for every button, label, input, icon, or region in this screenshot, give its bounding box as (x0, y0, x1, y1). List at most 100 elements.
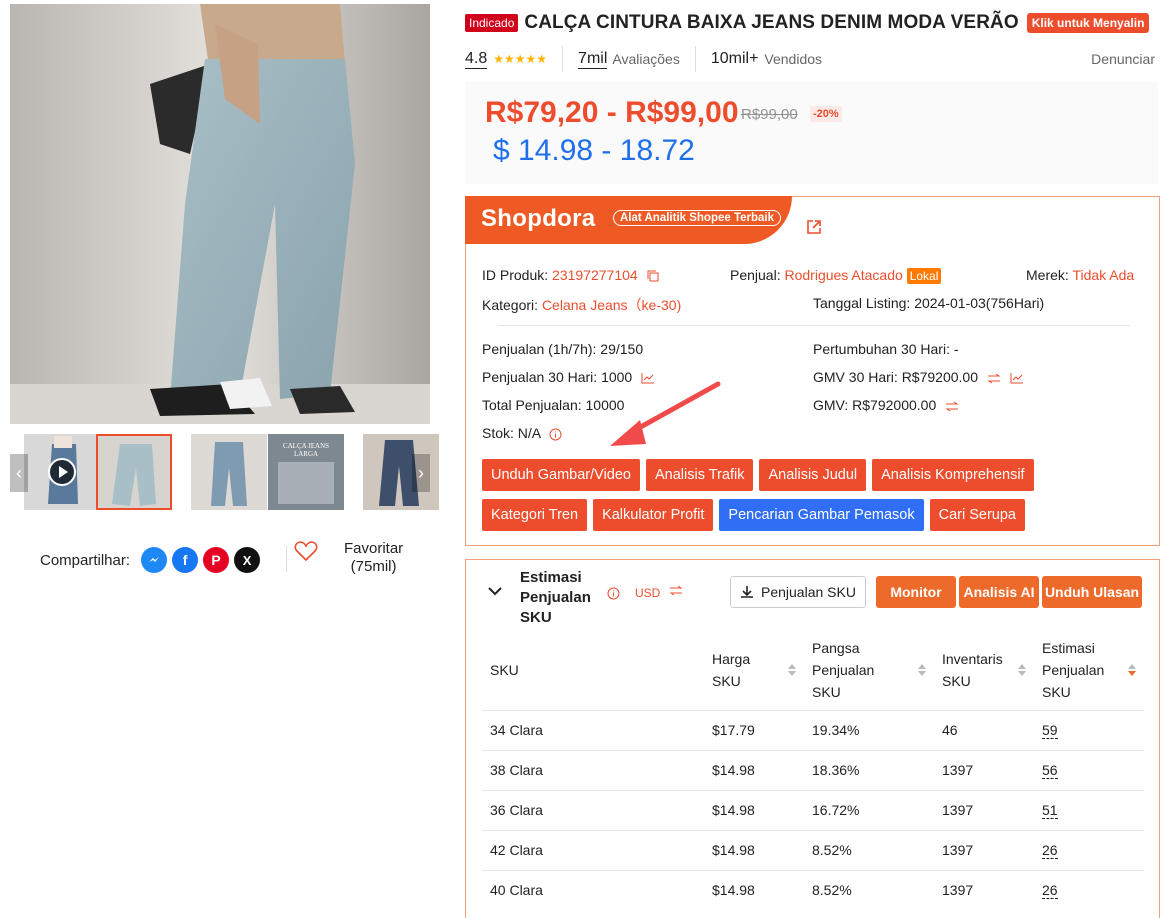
thumbnail-4[interactable]: CALÇA JEANS LARGA (268, 434, 344, 510)
estimate-cell[interactable]: 26 (1034, 829, 1144, 870)
brand-row: Merek: Tidak Ada (1026, 267, 1134, 283)
thumbnail-text: CALÇA JEANS LARGA (282, 442, 330, 458)
reviews-label: Avaliações (612, 51, 680, 67)
inventory-cell: 1397 (934, 789, 1034, 830)
sort-icon[interactable] (788, 663, 796, 676)
original-price: R$99,00 (741, 106, 798, 123)
facebook-icon[interactable]: f (172, 547, 199, 573)
column-header-estimate[interactable]: Estimasi Penjualan SKU (1034, 630, 1144, 710)
stock-row: Stok: N/A (482, 425, 562, 441)
inventory-cell: 1397 (934, 749, 1034, 790)
estimate-cell[interactable]: 51 (1034, 789, 1144, 830)
indicado-badge: Indicado (465, 14, 519, 32)
download-icon (741, 586, 753, 598)
comprehensive-analysis-button[interactable]: Analisis Komprehensif (872, 459, 1034, 491)
copy-icon[interactable] (647, 270, 659, 282)
thumbnail-3[interactable] (191, 434, 267, 510)
estimate-cell[interactable]: 56 (1034, 749, 1144, 790)
shopdora-header: Shopdora Alat Analitik Shopee Terbaik (465, 196, 792, 244)
listing-value: 2024-01-03(756Hari) (914, 295, 1045, 311)
tool-buttons-row-2: Kategori Tren Kalkulator Profit Pencaria… (482, 499, 1031, 531)
estimate-cell[interactable]: 59 (1034, 709, 1144, 750)
category-row: Kategori: Celana Jeans（ke-30) (482, 295, 681, 315)
chart-icon[interactable] (1010, 372, 1023, 384)
thumbnail-strip: CALÇA JEANS LARGA ‹ › (10, 434, 439, 510)
sort-icon[interactable] (918, 663, 926, 676)
product-id-value[interactable]: 23197277104 (552, 267, 638, 283)
info-icon[interactable] (549, 428, 562, 441)
report-link[interactable]: Denunciar (1091, 51, 1155, 67)
thumbnail-video[interactable] (24, 434, 100, 510)
table-row: 36 Clara $14.98 16.72% 1397 51 (482, 789, 1144, 830)
estimate-cell[interactable]: 26 (1034, 869, 1144, 910)
supplier-image-search-button[interactable]: Pencarian Gambar Pemasok (719, 499, 924, 531)
sort-icon[interactable] (1128, 663, 1136, 676)
share-row: Compartilhar: f P X (40, 540, 261, 580)
collapse-chevron-icon[interactable] (488, 586, 502, 596)
rating-value[interactable]: 4.8 (465, 50, 488, 69)
share-divider (286, 546, 287, 572)
sku-sales-label: Penjualan SKU (761, 584, 856, 600)
messenger-icon[interactable] (141, 547, 168, 573)
share-cell: 16.72% (804, 789, 934, 830)
x-icon[interactable]: X (234, 547, 261, 573)
sold-label: Vendidos (764, 51, 823, 67)
divider (498, 325, 1130, 326)
price-box: R$79,20 - R$99,00 R$99,00 -20% $ 14.98 -… (465, 82, 1158, 184)
column-header-inventory[interactable]: Inventaris SKU (934, 630, 1034, 710)
profit-calculator-button[interactable]: Kalkulator Profit (593, 499, 714, 531)
share-label: Compartilhar: (40, 551, 131, 569)
copy-title-button[interactable]: Klik untuk Menyalin (1026, 13, 1150, 33)
pinterest-icon[interactable]: P (203, 547, 230, 573)
info-icon[interactable] (607, 587, 620, 600)
price-cell: $14.98 (704, 749, 804, 790)
table-header-row: SKU Harga SKU Pangsa Penjualan SKU Inven… (482, 630, 1144, 710)
seller-label: Penjual: (730, 267, 781, 283)
category-value[interactable]: Celana Jeans（ke-30) (542, 297, 681, 313)
rating-row: 4.8 ★★★★★ 7mil Avaliações 10mil+ Vendido… (465, 44, 1155, 74)
brand-value[interactable]: Tidak Ada (1072, 267, 1134, 283)
shopdora-tagline: Alat Analitik Shopee Terbaik (613, 210, 782, 226)
discount-badge: -20% (810, 106, 842, 122)
divider (562, 46, 564, 72)
star-rating-icon: ★★★★★ (493, 52, 548, 66)
currency-switch-icon[interactable] (669, 585, 683, 596)
inventory-cell: 1397 (934, 829, 1034, 870)
play-icon[interactable] (48, 458, 76, 486)
thumb-next-button[interactable]: › (412, 454, 430, 492)
reviews-count[interactable]: 7mil (578, 50, 608, 69)
thumbnail-2[interactable] (96, 434, 172, 510)
traffic-analysis-button[interactable]: Analisis Trafik (646, 459, 754, 491)
favorite-label: Favoritar (344, 540, 404, 557)
title-analysis-button[interactable]: Analisis Judul (759, 459, 867, 491)
download-reviews-button[interactable]: Unduh Ulasan (1042, 576, 1142, 608)
share-cell: 19.34% (804, 709, 934, 750)
price-range: R$79,20 - R$99,00 (485, 96, 739, 129)
sku-sales-button[interactable]: Penjualan SKU (730, 576, 866, 608)
column-header-share[interactable]: Pangsa Penjualan SKU (804, 630, 934, 710)
sku-cell: 42 Clara (482, 829, 704, 870)
thumb-prev-button[interactable]: ‹ (10, 454, 28, 492)
currency-switch-icon[interactable] (945, 401, 959, 412)
category-label: Kategori: (482, 297, 539, 313)
currency-switch-icon[interactable] (987, 373, 1001, 384)
main-product-image[interactable] (10, 4, 430, 424)
shopdora-logo: Shopdora (481, 205, 596, 232)
sort-icon[interactable] (1018, 663, 1026, 676)
download-media-button[interactable]: Unduh Gambar/Video (482, 459, 640, 491)
external-link-icon[interactable] (806, 219, 822, 235)
ai-analysis-button[interactable]: Analisis AI (959, 576, 1039, 608)
category-trend-button[interactable]: Kategori Tren (482, 499, 588, 531)
seller-value[interactable]: Rodrigues Atacado (784, 267, 902, 283)
sku-cell: 40 Clara (482, 869, 704, 910)
price-cell: $14.98 (704, 869, 804, 910)
shopdora-panel: Shopdora Alat Analitik Shopee Terbaik ID… (465, 196, 1160, 546)
divider (694, 46, 696, 72)
find-similar-button[interactable]: Cari Serupa (929, 499, 1025, 531)
sku-table: SKU Harga SKU Pangsa Penjualan SKU Inven… (482, 630, 1144, 910)
column-header-price[interactable]: Harga SKU (704, 630, 804, 710)
monitor-button[interactable]: Monitor (876, 576, 956, 608)
sku-estimate-panel: Estimasi Penjualan SKU USD Penjualan SKU… (465, 559, 1160, 918)
column-header-sku: SKU (490, 661, 519, 678)
favorite-button[interactable]: Favoritar (75mil) (288, 540, 403, 576)
